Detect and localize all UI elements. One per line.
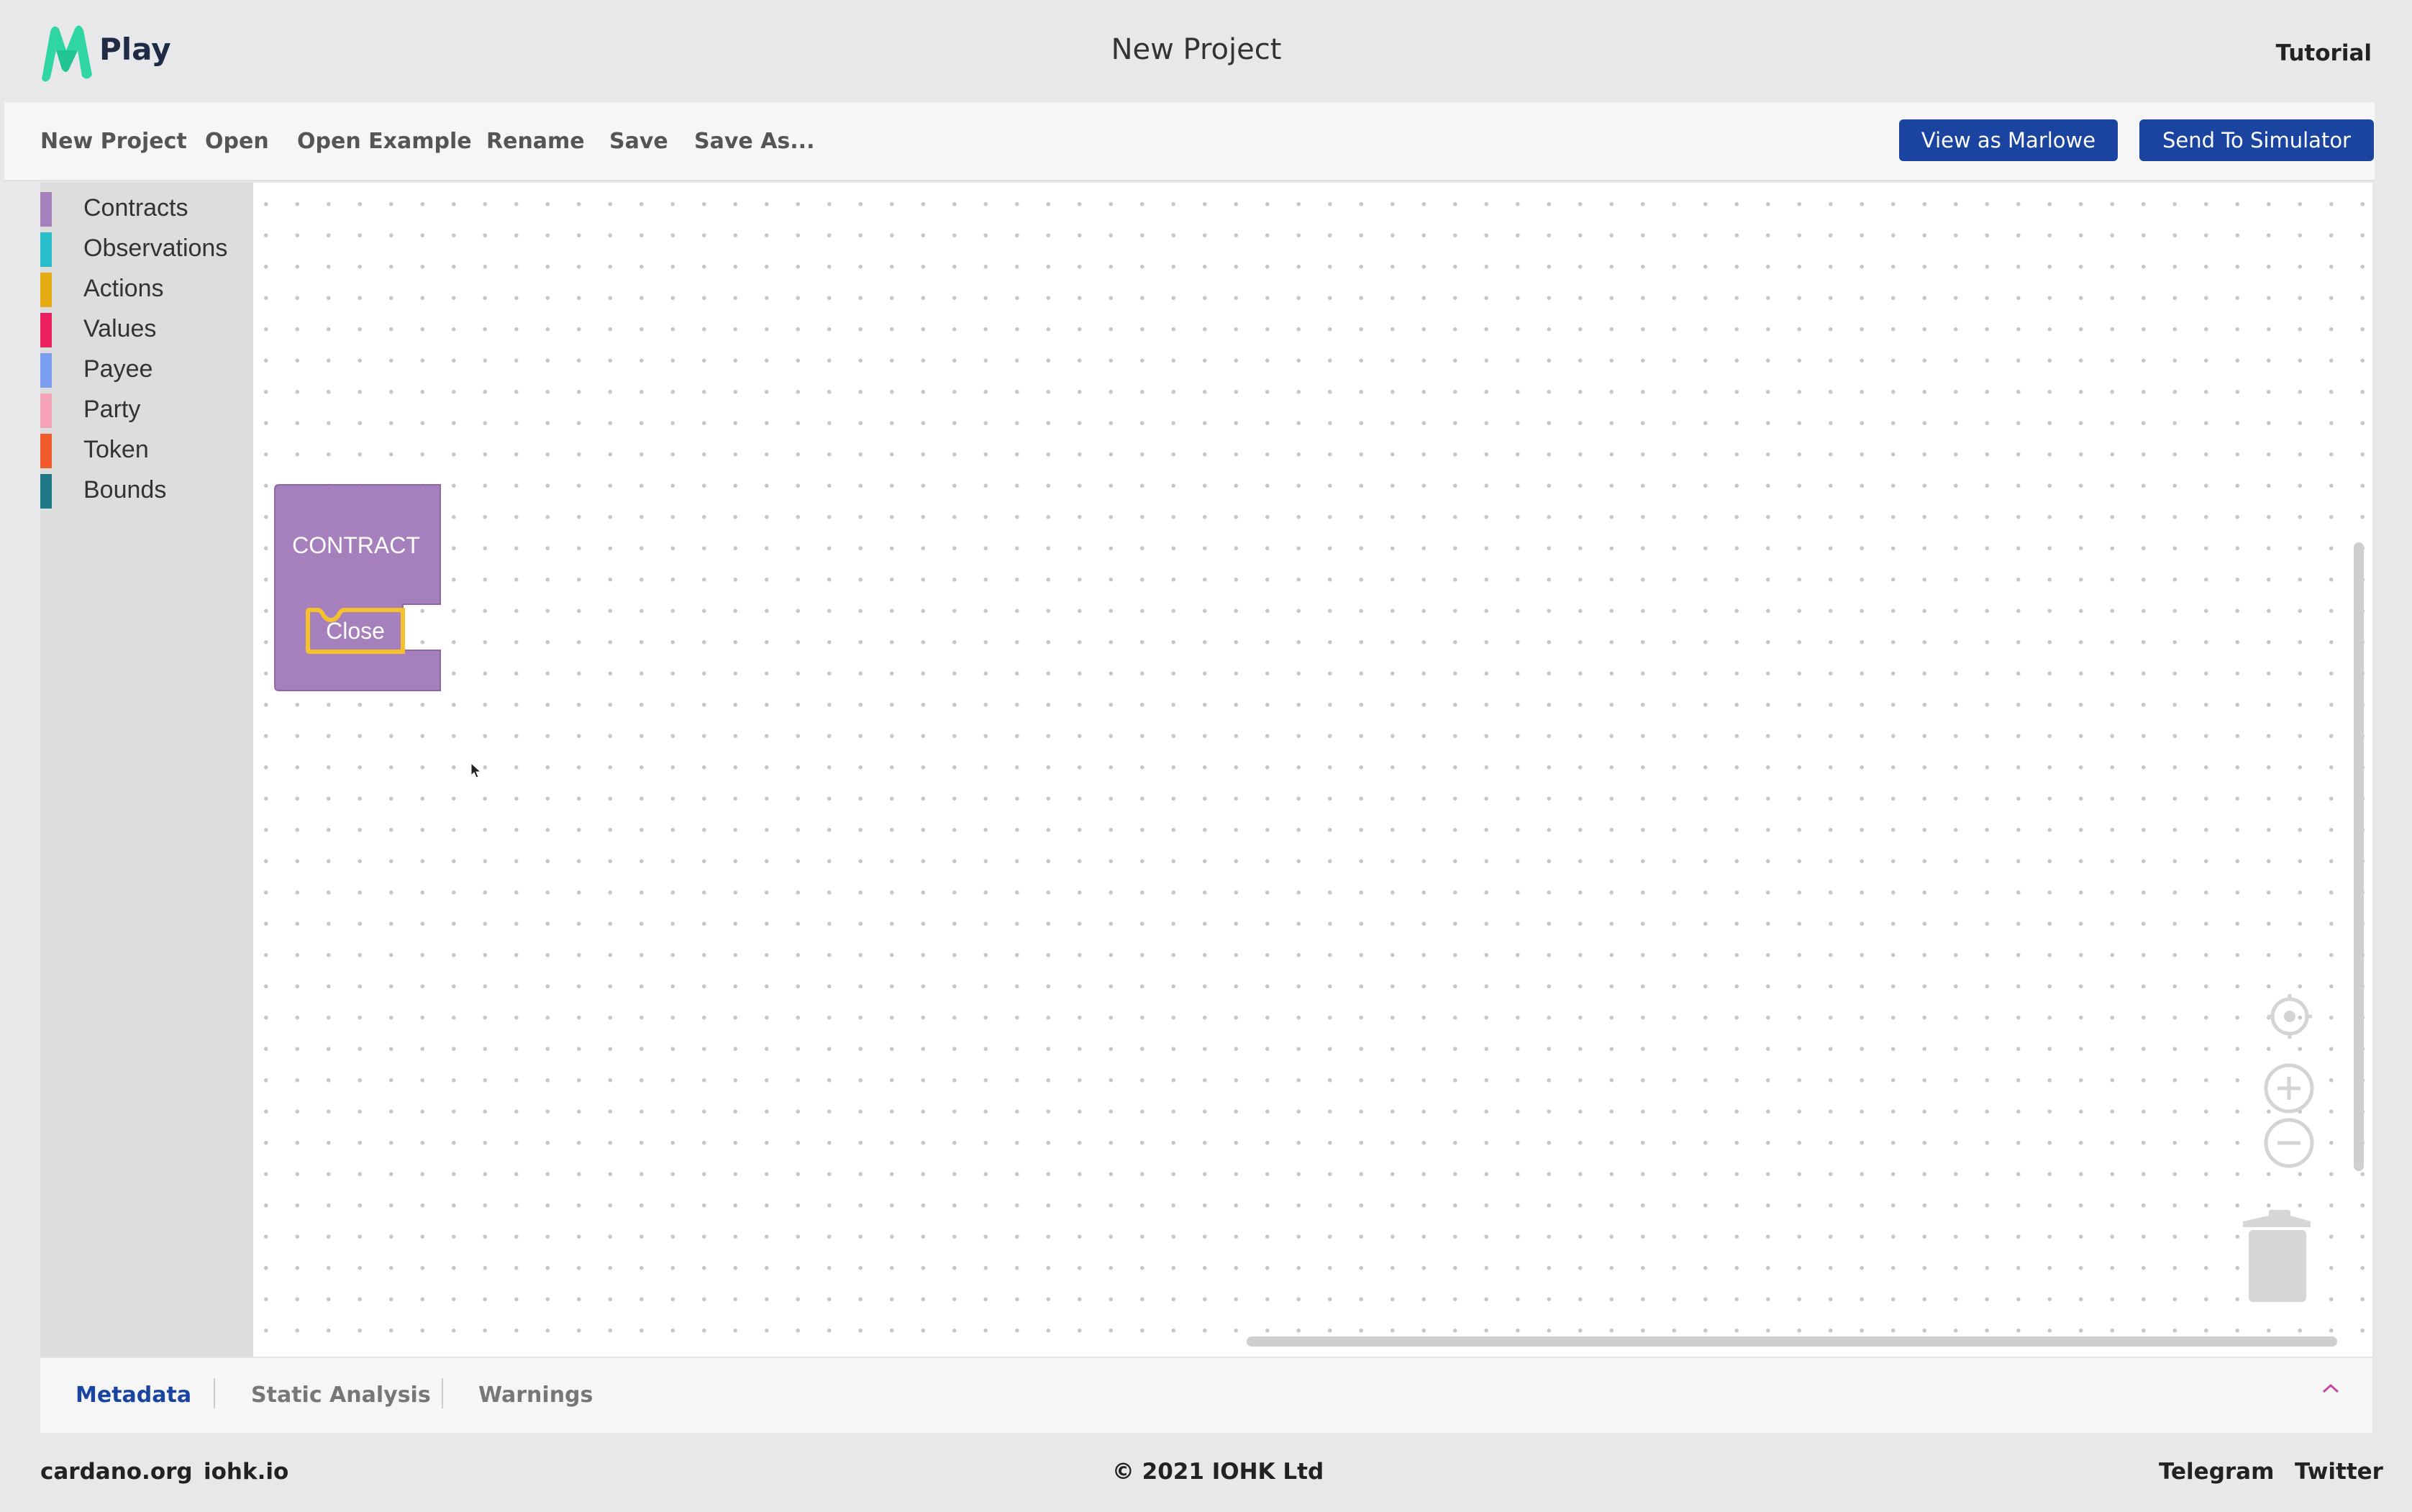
category-color-swatch xyxy=(40,273,52,307)
toolbox-category-token[interactable]: Token xyxy=(40,429,253,468)
horizontal-scrollbar[interactable] xyxy=(1247,1336,2337,1347)
category-label: Observations xyxy=(83,234,228,262)
category-label: Bounds xyxy=(83,476,167,504)
save-button[interactable]: Save xyxy=(609,129,668,154)
open-button[interactable]: Open xyxy=(205,129,269,154)
new-project-button[interactable]: New Project xyxy=(40,129,187,154)
tab-metadata[interactable]: Metadata xyxy=(76,1383,191,1408)
toolbox-category-values[interactable]: Values xyxy=(40,308,253,347)
toolbox-category-contracts[interactable]: Contracts xyxy=(40,187,253,227)
recenter-icon[interactable] xyxy=(2266,993,2313,1040)
vertical-scrollbar[interactable] xyxy=(2354,542,2364,1171)
tab-divider xyxy=(214,1378,215,1408)
tab-static-analysis[interactable]: Static Analysis xyxy=(251,1383,431,1408)
footer-link-telegram[interactable]: Telegram xyxy=(2159,1459,2274,1485)
category-color-swatch xyxy=(40,393,52,428)
toolbox-category-observations[interactable]: Observations xyxy=(40,227,253,267)
page-title: New Project xyxy=(1111,33,1282,66)
close-block[interactable]: Close xyxy=(306,608,405,654)
category-color-swatch xyxy=(40,474,52,509)
category-color-swatch xyxy=(40,192,52,227)
category-color-swatch xyxy=(40,232,52,267)
mouse-cursor-icon xyxy=(470,762,482,778)
category-color-swatch xyxy=(40,434,52,468)
blockly-workspace[interactable] xyxy=(253,183,2372,1357)
category-label: Contracts xyxy=(83,194,188,222)
tab-divider xyxy=(442,1378,443,1408)
view-as-marlowe-button[interactable]: View as Marlowe xyxy=(1899,119,2118,161)
zoom-in-icon[interactable] xyxy=(2263,1062,2315,1114)
toolbox-category-payee[interactable]: Payee xyxy=(40,348,253,388)
category-color-swatch xyxy=(40,353,52,388)
save-as-button[interactable]: Save As... xyxy=(694,129,814,154)
category-label: Payee xyxy=(83,355,153,383)
toolbox-category-bounds[interactable]: Bounds xyxy=(40,469,253,509)
tab-warnings[interactable]: Warnings xyxy=(478,1383,593,1408)
contract-block[interactable]: CONTRACT Close xyxy=(273,483,446,693)
category-label: Party xyxy=(83,396,141,423)
send-to-simulator-button[interactable]: Send To Simulator xyxy=(2139,119,2374,161)
contract-block-title: CONTRACT xyxy=(292,532,420,558)
rename-button[interactable]: Rename xyxy=(486,129,585,154)
toolbox-category-party[interactable]: Party xyxy=(40,388,253,428)
close-block-label: Close xyxy=(326,618,385,644)
category-label: Values xyxy=(83,315,157,342)
footer-link-twitter[interactable]: Twitter xyxy=(2295,1459,2383,1485)
trash-icon[interactable] xyxy=(2240,1208,2315,1303)
category-color-swatch xyxy=(40,313,52,347)
toolbox-category-actions[interactable]: Actions xyxy=(40,268,253,307)
tutorial-link[interactable]: Tutorial xyxy=(2276,40,2372,66)
open-example-button[interactable]: Open Example xyxy=(297,129,472,154)
category-label: Token xyxy=(83,436,149,463)
zoom-out-icon[interactable] xyxy=(2263,1117,2315,1169)
chevron-up-icon[interactable] xyxy=(2321,1381,2341,1395)
category-label: Actions xyxy=(83,275,164,302)
copyright: © 2021 IOHK Ltd xyxy=(1111,1459,1324,1485)
